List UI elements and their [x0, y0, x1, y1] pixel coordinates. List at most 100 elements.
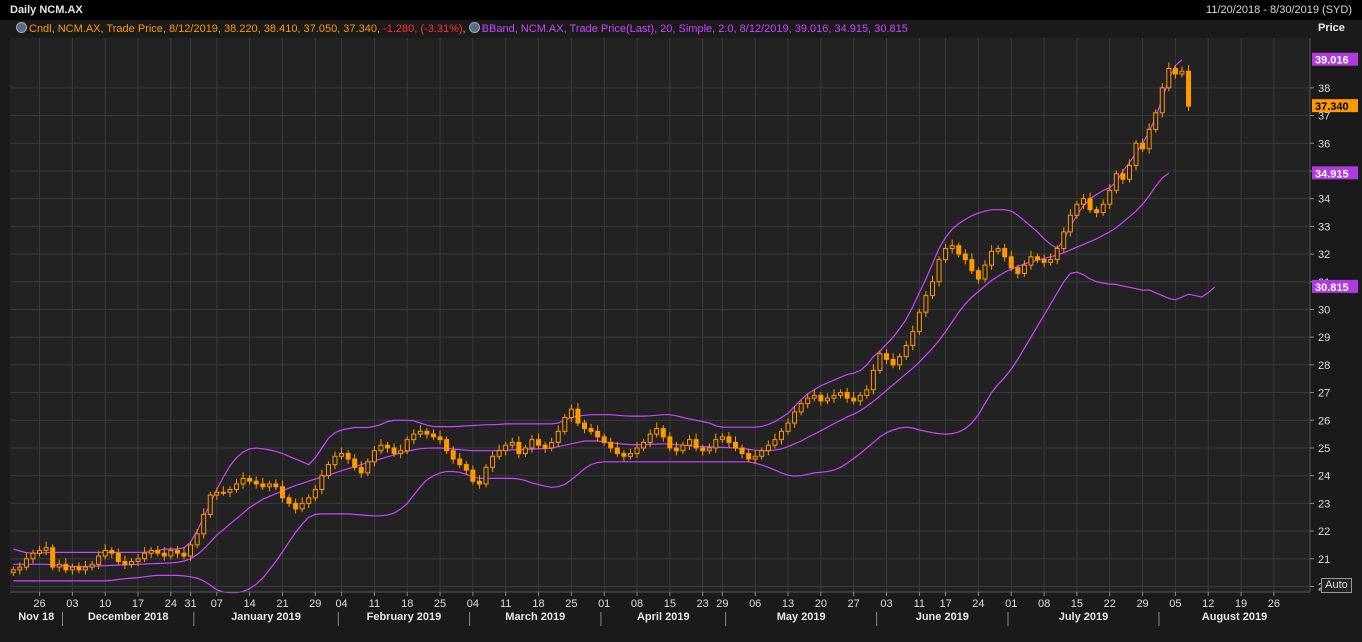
candle-body [595, 430, 601, 438]
y-tick-label: 28 [1318, 360, 1330, 372]
candle-body [1172, 67, 1178, 75]
candle-body [1113, 173, 1119, 191]
candle-body [339, 453, 345, 457]
candle-body [155, 549, 161, 554]
x-tick-label: 08 [1038, 598, 1050, 610]
candle-body [417, 430, 423, 435]
price-chart[interactable]: 2021222324252627282930313233343536373839… [0, 0, 1362, 642]
y-tick-label: 24 [1318, 471, 1330, 483]
candle-body [1028, 256, 1034, 266]
x-tick-label: 05 [1169, 598, 1181, 610]
candle-body [568, 408, 574, 418]
x-tick-label: 04 [467, 598, 479, 610]
candle-body [621, 453, 627, 457]
candle-body [181, 552, 187, 557]
candle-body [135, 558, 141, 563]
candle-body [279, 486, 285, 499]
candle-body [943, 248, 949, 261]
candle-body [325, 464, 331, 477]
auto-scale-button[interactable]: Auto [1321, 578, 1352, 593]
candle-body [798, 403, 804, 413]
candle-body [444, 439, 450, 452]
candle-body [910, 331, 916, 346]
candle-body [1186, 70, 1192, 107]
candle-body [1067, 214, 1073, 233]
price-axis-title: Price [1318, 22, 1345, 34]
x-tick-label: 29 [1136, 598, 1148, 610]
x-tick-label: 08 [631, 598, 643, 610]
candle-body [903, 344, 909, 358]
candle-body [483, 466, 489, 485]
candle-body [667, 436, 673, 449]
y-tick-label: 30 [1318, 304, 1330, 316]
candle-body [345, 453, 351, 460]
candle-body [240, 477, 246, 485]
candle-body [37, 549, 43, 554]
candle-body [581, 422, 587, 430]
x-tick-label: 20 [815, 598, 827, 610]
x-tick-label: 14 [244, 598, 256, 610]
x-tick-label: 19 [1235, 598, 1247, 610]
candle-body [792, 411, 798, 424]
x-tick-label: 03 [66, 598, 78, 610]
candle-body [89, 563, 95, 568]
candle-body [916, 311, 922, 333]
candle-body [778, 430, 784, 441]
candle-body [109, 549, 115, 554]
candle-body [831, 394, 837, 399]
y-tick-label: 22 [1318, 526, 1330, 538]
candle-body [857, 394, 863, 402]
candle-body [194, 533, 200, 546]
candle-body [503, 444, 509, 452]
x-tick-label: 26 [1268, 598, 1280, 610]
candle-body [398, 450, 404, 455]
candle-body [17, 566, 23, 571]
candle-body [877, 353, 883, 371]
candle-body [844, 392, 850, 399]
candle-body [733, 441, 739, 449]
x-tick-label: 24 [972, 598, 984, 610]
candle-body [805, 397, 811, 405]
candle-body [76, 566, 82, 571]
x-tick-label: 01 [598, 598, 610, 610]
candle-body [128, 561, 134, 565]
x-tick-label: 11 [914, 598, 925, 610]
candle-body [1035, 256, 1041, 261]
candle-body [641, 441, 647, 449]
candle-body [227, 489, 233, 493]
candle-body [1002, 248, 1008, 258]
candle-body [201, 513, 207, 535]
candle-body [864, 389, 870, 396]
candle-body [555, 430, 561, 443]
candle-body [142, 552, 148, 560]
candle-body [713, 439, 719, 449]
candle-body [949, 245, 955, 250]
candle-body [247, 477, 253, 482]
candle-body [23, 558, 29, 568]
candle-body [608, 441, 614, 449]
y-tick-label: 34 [1318, 194, 1330, 206]
candle-body [673, 447, 679, 452]
candle-body [739, 447, 745, 454]
candle-body [1166, 67, 1172, 89]
x-tick-label: 10 [99, 598, 111, 610]
candle-body [10, 569, 16, 574]
candle-body [404, 439, 410, 452]
candle-body [1126, 164, 1132, 180]
candle-body [752, 455, 758, 460]
candle-body [542, 444, 548, 449]
x-tick-label: 18 [401, 598, 413, 610]
candle-body [726, 436, 732, 443]
y-tick-label: 38 [1318, 83, 1330, 95]
x-tick-label: 04 [335, 598, 347, 610]
candle-body [687, 439, 693, 446]
y-tick-label: 36 [1318, 138, 1330, 150]
candle-body [509, 441, 515, 446]
candle-body [260, 483, 266, 488]
candle-body [30, 552, 36, 560]
candle-body [706, 447, 712, 452]
candle-body [214, 491, 220, 496]
month-label: March 2019 [505, 611, 565, 623]
candle-body [352, 458, 358, 468]
month-label: July 2019 [1059, 611, 1109, 623]
